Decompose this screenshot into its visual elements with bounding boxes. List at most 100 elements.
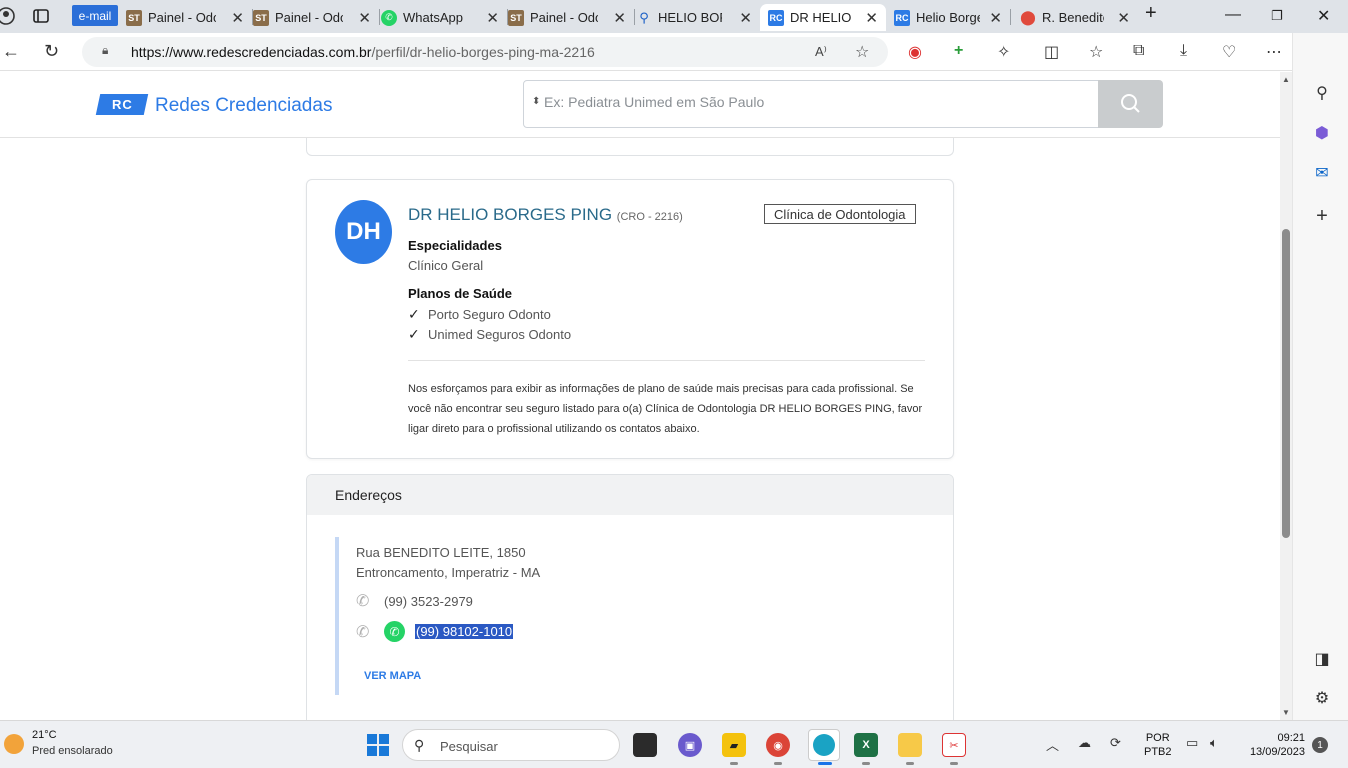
read-aloud-icon[interactable]: A⁾ xyxy=(815,44,827,60)
site-search-box[interactable]: ⬍ xyxy=(523,80,1099,128)
collections-icon[interactable]: ⧉ xyxy=(1133,42,1144,60)
close-tab-icon[interactable]: ✕ xyxy=(865,9,878,27)
close-tab-icon[interactable]: ✕ xyxy=(1117,9,1130,27)
notification-badge[interactable]: 1 xyxy=(1312,737,1328,753)
profile-icon[interactable] xyxy=(0,7,18,25)
refresh-icon[interactable]: ↻ xyxy=(44,41,59,62)
more-options-icon[interactable]: ⋯ xyxy=(1266,42,1282,62)
snipping-tool-icon[interactable]: ✂ xyxy=(942,733,966,757)
logo-text[interactable]: Redes Credenciadas xyxy=(155,95,332,117)
scroll-up-icon[interactable]: ▲ xyxy=(1282,75,1290,84)
weather-temperature[interactable]: 21°C xyxy=(32,729,57,741)
painel-favicon-icon: ST xyxy=(126,9,142,26)
url-text[interactable]: https://www.redescredenciadas.com.br/per… xyxy=(131,44,595,60)
browser-tab[interactable]: ST Painel - Odo ✕ xyxy=(508,4,634,31)
language-indicator[interactable]: POR PTB2 xyxy=(1144,731,1172,759)
edge-active-slot[interactable] xyxy=(808,729,840,761)
close-tab-icon[interactable]: ✕ xyxy=(486,9,499,27)
minimize-button[interactable]: — xyxy=(1225,6,1241,24)
tab-actions-icon[interactable] xyxy=(32,7,50,25)
site-search-input[interactable] xyxy=(544,94,1084,110)
close-tab-icon[interactable]: ✕ xyxy=(989,9,1002,27)
favorite-star-icon[interactable]: ☆ xyxy=(855,42,869,62)
new-tab-icon[interactable]: + xyxy=(1145,2,1157,25)
browser-tab[interactable]: ⬤ R. Benedito ✕ xyxy=(1014,4,1138,31)
browser-tab[interactable]: ✆ WhatsApp ✕ xyxy=(381,4,507,31)
sticky-notes-icon[interactable]: ▰ xyxy=(722,733,746,757)
restore-button[interactable]: ❐ xyxy=(1271,8,1283,24)
doctor-name-text: DR HELIO BORGES PING xyxy=(408,205,613,224)
browser-tab[interactable]: ST Painel - Odo ✕ xyxy=(253,4,379,31)
tab-title: R. Benedito xyxy=(1042,10,1104,25)
running-indicator xyxy=(730,762,738,765)
browser-tab-active[interactable]: RC DR HELIO BO ✕ xyxy=(760,4,886,31)
gear-icon[interactable]: ⚙ xyxy=(1313,688,1331,708)
running-indicator xyxy=(862,762,870,765)
avatar: DH xyxy=(335,200,392,264)
edge-icon xyxy=(813,734,835,756)
office-icon[interactable]: ⬢ xyxy=(1313,123,1331,143)
close-tab-icon[interactable]: ✕ xyxy=(739,9,752,27)
sun-icon[interactable] xyxy=(4,734,24,754)
windows-start-icon[interactable] xyxy=(367,734,389,756)
tracking-prevention-icon[interactable]: ◉ xyxy=(908,42,922,62)
file-explorer-icon[interactable] xyxy=(898,733,922,757)
add-sidebar-app-icon[interactable]: + xyxy=(1313,205,1331,228)
close-tab-icon[interactable]: ✕ xyxy=(613,9,626,27)
weather-description[interactable]: Pred ensolarado xyxy=(32,745,113,757)
whatsapp-number[interactable]: (99) 98102-1010 xyxy=(415,624,514,639)
page-scrollbar[interactable]: ▲ ▼ xyxy=(1280,72,1292,720)
task-view-icon[interactable] xyxy=(633,733,657,757)
close-tab-icon[interactable]: ✕ xyxy=(231,9,244,27)
windows-taskbar: 21°C Pred ensolarado ⚲ Pesquisar ▣ ▰ ◉ X… xyxy=(0,720,1348,768)
extensions-puzzle-icon[interactable]: ✧ xyxy=(997,42,1010,62)
phone-icon: ✆ xyxy=(356,623,370,641)
email-bookmark-chip[interactable]: e-mail xyxy=(72,5,118,26)
scroll-down-icon[interactable]: ▼ xyxy=(1282,708,1290,717)
hide-sidebar-icon[interactable]: ◨ xyxy=(1313,649,1331,669)
site-header: RC Redes Credenciadas ⬍ xyxy=(0,72,1280,138)
volume-icon[interactable]: 🔈︎ xyxy=(1210,735,1218,751)
extension-plus-icon[interactable]: + xyxy=(954,42,963,60)
address-street: Rua BENEDITO LEITE, 1850 xyxy=(356,545,526,560)
split-screen-icon[interactable]: ◫ xyxy=(1044,42,1059,62)
teams-chat-icon[interactable]: ▣ xyxy=(678,733,702,757)
tab-title: Painel - Odo xyxy=(275,10,343,25)
onedrive-cloud-icon[interactable]: ☁ xyxy=(1078,735,1091,751)
back-arrow-icon[interactable]: ← xyxy=(2,41,20,62)
tab-title: HELIO BORG xyxy=(658,10,722,25)
tab-title: Helio Borges xyxy=(916,10,980,25)
site-search-button[interactable] xyxy=(1098,80,1163,128)
phone-icon: ✆ xyxy=(356,593,370,610)
close-window-button[interactable]: ✕ xyxy=(1317,6,1330,26)
browser-essentials-icon[interactable]: ♡ xyxy=(1222,42,1236,62)
search-favicon-icon: ⚲ xyxy=(639,9,649,25)
network-icon[interactable]: ▭ xyxy=(1186,735,1198,751)
lock-icon[interactable]: 🔒︎ xyxy=(102,43,108,58)
search-icon[interactable]: ⚲ xyxy=(1313,83,1331,103)
browser-tab[interactable]: RC Helio Borges ✕ xyxy=(888,4,1010,31)
address-bar[interactable]: 🔒︎ https://www.redescredenciadas.com.br/… xyxy=(82,37,888,67)
browser-tab[interactable]: ⚲ HELIO BORG ✕ xyxy=(636,4,760,31)
phone-row: ✆ (99) 3523-2979 xyxy=(356,591,473,611)
browser-toolbar: ← ↻ 🔒︎ https://www.redescredenciadas.com… xyxy=(0,33,1348,71)
chevron-up-icon[interactable]: ︿ xyxy=(1046,735,1059,754)
downloads-icon[interactable]: ⤓ xyxy=(1180,42,1187,60)
scrollbar-thumb[interactable] xyxy=(1282,229,1290,538)
whatsapp-icon[interactable]: ✆ xyxy=(384,621,405,642)
chrome-icon[interactable]: ◉ xyxy=(766,733,790,757)
favorites-icon[interactable]: ☆ xyxy=(1089,42,1103,62)
view-map-link[interactable]: VER MAPA xyxy=(364,670,421,682)
outlook-icon[interactable]: ✉ xyxy=(1313,163,1331,183)
close-tab-icon[interactable]: ✕ xyxy=(358,9,371,27)
logo-mark[interactable]: RC xyxy=(95,94,149,115)
sync-icon[interactable]: ⟳ xyxy=(1110,735,1121,751)
phone-number[interactable]: (99) 3523-2979 xyxy=(384,594,473,609)
excel-icon[interactable]: X xyxy=(854,733,878,757)
taskbar-search[interactable]: ⚲ Pesquisar xyxy=(402,729,620,761)
clock-time: 09:21 xyxy=(1277,732,1305,744)
clock[interactable]: 09:21 13/09/2023 xyxy=(1243,731,1305,759)
browser-tab[interactable]: ST Painel - Odo ✕ xyxy=(126,4,252,31)
language-code: POR xyxy=(1145,732,1170,744)
addresses-card: Endereços Rua BENEDITO LEITE, 1850 Entro… xyxy=(306,474,954,720)
